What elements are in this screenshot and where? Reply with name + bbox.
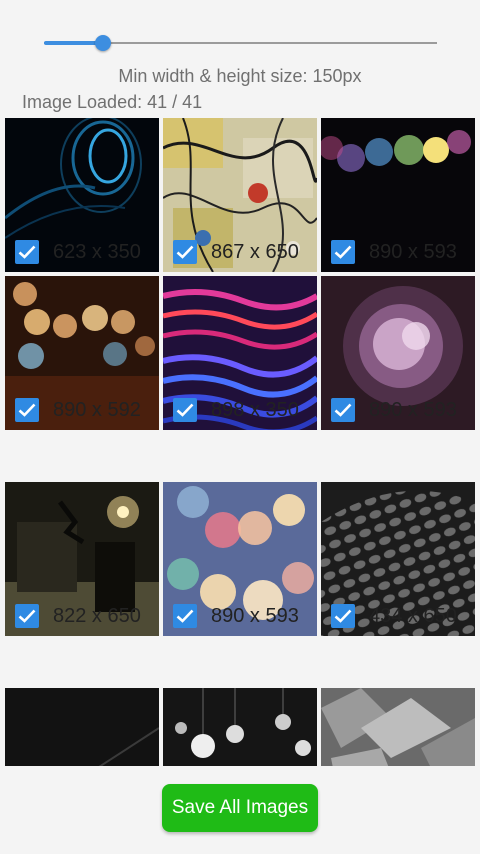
metallic-facets-image[interactable] xyxy=(321,688,475,766)
checkmark-icon xyxy=(176,403,194,417)
image-cell xyxy=(5,688,159,766)
select-checkbox[interactable] xyxy=(15,604,39,628)
checkmark-icon xyxy=(18,245,36,259)
image-dimensions-label: 890 x 592 xyxy=(53,399,141,421)
hanging-lamps-image[interactable] xyxy=(163,688,317,766)
size-slider[interactable] xyxy=(44,35,437,51)
image-grid: 623 x 350 867 x 650 890 x 593 890 x 592 … xyxy=(0,118,480,766)
image-cell: 890 x 593 xyxy=(163,482,317,688)
image-cell: 434 x 650 xyxy=(321,482,475,688)
image-info: 890 x 592 xyxy=(5,276,159,482)
images-loaded-label: Image Loaded: 41 / 41 xyxy=(22,92,203,112)
select-checkbox[interactable] xyxy=(331,398,355,422)
image-info: 822 x 650 xyxy=(5,482,159,688)
image-cell xyxy=(321,688,475,766)
checkmark-icon xyxy=(334,245,352,259)
select-checkbox[interactable] xyxy=(331,240,355,264)
min-size-label: Min width & height size: 150px xyxy=(118,66,362,86)
image-info: 898 x 350 xyxy=(163,276,317,482)
select-checkbox[interactable] xyxy=(331,604,355,628)
checkmark-icon xyxy=(176,609,194,623)
image-cell: 890 x 592 xyxy=(5,276,159,482)
image-dimensions-label: 867 x 650 xyxy=(211,241,299,263)
checkmark-icon xyxy=(334,403,352,417)
checkmark-icon xyxy=(334,609,352,623)
select-checkbox[interactable] xyxy=(173,398,197,422)
select-checkbox[interactable] xyxy=(15,240,39,264)
image-cell: 822 x 650 xyxy=(5,482,159,688)
dark-diagonal-image[interactable] xyxy=(5,688,159,766)
checkmark-icon xyxy=(18,609,36,623)
select-checkbox[interactable] xyxy=(173,240,197,264)
image-cell: 890 x 593 xyxy=(321,276,475,482)
image-dimensions-label: 890 x 593 xyxy=(211,605,299,627)
checkmark-icon xyxy=(18,403,36,417)
image-cell: 898 x 350 xyxy=(163,276,317,482)
slider-thumb[interactable] xyxy=(94,35,111,51)
image-dimensions-label: 890 x 593 xyxy=(369,399,457,421)
image-dimensions-label: 890 x 593 xyxy=(369,241,457,263)
image-dimensions-label: 434 x 650 xyxy=(369,605,457,627)
save-all-images-button[interactable]: Save All Images xyxy=(162,784,318,832)
image-dimensions-label: 623 x 350 xyxy=(53,241,141,263)
image-info: 434 x 650 xyxy=(321,482,475,688)
image-dimensions-label: 898 x 350 xyxy=(211,399,299,421)
checkmark-icon xyxy=(176,245,194,259)
select-checkbox[interactable] xyxy=(15,398,39,422)
image-cell xyxy=(163,688,317,766)
select-checkbox[interactable] xyxy=(173,604,197,628)
image-dimensions-label: 822 x 650 xyxy=(53,605,141,627)
image-info: 890 x 593 xyxy=(321,276,475,482)
image-info: 890 x 593 xyxy=(163,482,317,688)
